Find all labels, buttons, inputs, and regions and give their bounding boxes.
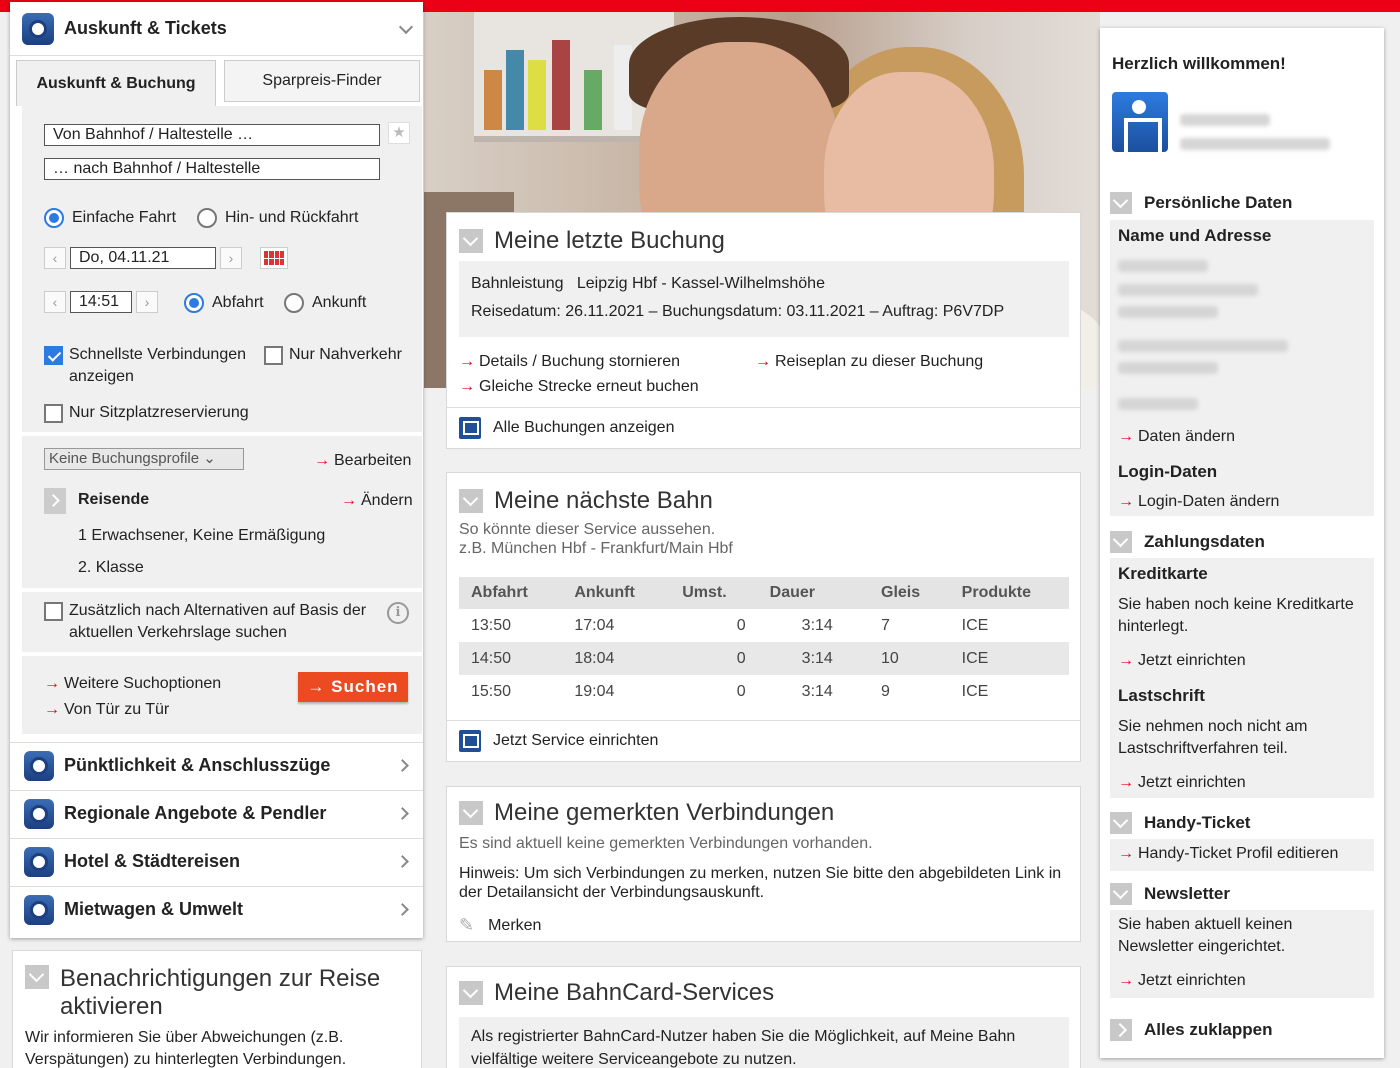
last-booking-card: Meine letzte Buchung Bahnleistung Leipzi… — [446, 212, 1081, 449]
tickets-header[interactable]: Auskunft & Tickets — [10, 2, 423, 56]
checkbox-seat-only[interactable]: Nur Sitzplatzreservierung — [44, 402, 249, 424]
radio-arrival[interactable]: Ankunft — [284, 293, 366, 313]
accordion-punctuality[interactable]: Pünktlichkeit & Anschlusszüge — [10, 742, 423, 788]
cancel-booking-link[interactable]: → Details / Buchung stornieren — [459, 353, 680, 371]
next-train-card: Meine nächste Bahn So könnte dieser Serv… — [446, 472, 1081, 762]
accordion-hotel[interactable]: Hotel & Städtereisen — [10, 838, 423, 884]
notification-card: Benachrichtigungen zur Reise aktivieren W… — [12, 950, 422, 1068]
calendar-icon[interactable] — [260, 247, 288, 269]
connections-table: Abfahrt Ankunft Umst. Dauer Gleis Produkte 13… — [459, 577, 1069, 708]
all-bookings-link[interactable]: Alle Buchungen anzeigen — [447, 407, 1080, 447]
collapse-icon[interactable] — [459, 229, 483, 253]
radio-departure[interactable]: Abfahrt — [184, 293, 264, 313]
bookings-icon — [459, 416, 481, 439]
welcome-title: Herzlich willkommen! — [1112, 54, 1286, 73]
account-panel: Herzlich willkommen! Persönliche Daten N… — [1100, 28, 1384, 1058]
travellers-toggle-icon[interactable] — [44, 488, 66, 514]
avatar — [1112, 92, 1168, 152]
table-row: 14:50 18:04 0 3:14 10 ICE — [459, 642, 1069, 675]
chevron-down-icon[interactable] — [398, 19, 414, 35]
info-icon[interactable]: i — [387, 602, 409, 624]
setup-credit-link[interactable]: → Jetzt einrichten — [1118, 652, 1246, 670]
collapse-icon[interactable] — [459, 981, 483, 1005]
tab-auskunft-buchung[interactable]: Auskunft & Buchung — [16, 60, 216, 106]
travellers-label: Reisende — [78, 491, 150, 508]
checkbox-alternatives[interactable]: Zusätzlich nach Alternativen auf Basis d… — [44, 600, 366, 644]
collapse-icon — [1110, 192, 1132, 214]
traveller-info: 1 Erwachsener, Keine Ermäßigung — [78, 527, 326, 544]
search-form: Von Bahnhof / Haltestelle … ★ … nach Bah… — [22, 106, 422, 734]
time-next-button[interactable]: › — [136, 291, 158, 313]
car-app-icon — [24, 894, 54, 925]
chevron-right-icon — [396, 758, 409, 772]
collapse-icon[interactable] — [459, 801, 483, 825]
setup-debit-link[interactable]: → Jetzt einrichten — [1118, 774, 1246, 792]
to-input[interactable]: … nach Bahnhof / Haltestelle — [44, 158, 380, 180]
section-personal[interactable]: Persönliche Daten — [1110, 189, 1374, 217]
radio-single-trip[interactable]: Einfache Fahrt — [44, 208, 176, 228]
change-data-link[interactable]: → Daten ändern — [1118, 428, 1235, 446]
tab-sparpreis-finder[interactable]: Sparpreis-Finder — [224, 60, 420, 102]
chevron-right-icon — [396, 902, 409, 916]
from-input[interactable]: Von Bahnhof / Haltestelle … — [44, 124, 380, 146]
collapse-icon[interactable] — [25, 965, 49, 989]
booking-panel: Auskunft & Tickets Auskunft & Buchung Sp… — [10, 2, 423, 938]
search-button[interactable]: → Suchen — [298, 672, 408, 702]
setup-service-link[interactable]: Jetzt Service einrichten — [447, 720, 1080, 760]
collapse-icon — [1110, 531, 1132, 553]
checkbox-local-only[interactable]: Nur Nahverkehr — [264, 344, 402, 366]
collapse-icon[interactable] — [459, 489, 483, 513]
date-next-button[interactable]: › — [220, 247, 242, 269]
pin-icon: ✎ — [459, 915, 475, 935]
table-row: 15:50 19:04 0 3:14 9 ICE — [471, 682, 989, 700]
booking-profile-select[interactable]: Keine Buchungsprofile ⌄ — [44, 448, 244, 470]
collapse-icon — [1110, 883, 1132, 905]
radio-return-trip[interactable]: Hin- und Rückfahrt — [197, 208, 358, 228]
chevron-right-icon — [396, 854, 409, 868]
door-to-door-link[interactable]: → Von Tür zu Tür — [44, 701, 169, 719]
edit-profile-link[interactable]: → Bearbeiten — [314, 452, 411, 470]
rebook-link[interactable]: → Gleiche Strecke erneut buchen — [459, 378, 699, 396]
change-login-link[interactable]: → Login-Daten ändern — [1118, 493, 1279, 511]
expand-icon — [1110, 1019, 1132, 1041]
setup-newsletter-link[interactable]: → Jetzt einrichten — [1118, 972, 1246, 990]
favorite-star-icon[interactable]: ★ — [388, 122, 410, 144]
handy-edit-link[interactable]: → Handy-Ticket Profil editieren — [1118, 845, 1338, 863]
service-icon — [459, 729, 481, 752]
time-prev-button[interactable]: ‹ — [44, 291, 66, 313]
time-input[interactable]: 14:51 — [70, 291, 132, 313]
collapse-all-button[interactable]: Alles zuklappen — [1110, 1016, 1374, 1044]
date-input[interactable]: Do, 04.11.21 — [70, 247, 216, 269]
travel-class: 2. Klasse — [78, 559, 144, 576]
travel-plan-link[interactable]: → Reiseplan zu dieser Buchung — [755, 353, 983, 371]
table-row: 13:50 17:04 0 3:14 7 ICE — [471, 616, 989, 634]
saved-connections-card: Meine gemerkten Verbindungen Es sind akt… — [446, 786, 1081, 942]
bahncard-card: Meine BahnCard-Services Als registrierte… — [446, 966, 1081, 1068]
section-handy-ticket[interactable]: Handy-Ticket — [1110, 809, 1374, 837]
regional-app-icon — [24, 798, 54, 829]
change-travellers-link[interactable]: → Ändern — [341, 492, 413, 510]
checkbox-fastest[interactable]: Schnellste Verbindungen anzeigen — [44, 344, 246, 388]
accordion-rental-car[interactable]: Mietwagen & Umwelt — [10, 886, 423, 932]
clock-app-icon — [24, 750, 54, 781]
train-app-icon — [22, 12, 54, 45]
more-options-link[interactable]: → Weitere Suchoptionen — [44, 675, 221, 693]
date-prev-button[interactable]: ‹ — [44, 247, 66, 269]
accordion-regional[interactable]: Regionale Angebote & Pendler — [10, 790, 423, 836]
section-payment[interactable]: Zahlungsdaten — [1110, 528, 1374, 556]
hotel-app-icon — [24, 846, 54, 877]
chevron-right-icon — [396, 806, 409, 820]
section-newsletter[interactable]: Newsletter — [1110, 880, 1374, 908]
collapse-icon — [1110, 812, 1132, 834]
